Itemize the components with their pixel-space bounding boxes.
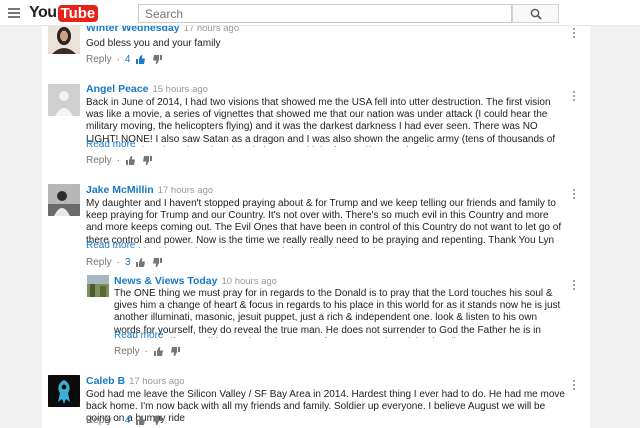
avatar[interactable] xyxy=(87,275,109,297)
thumbs-down-icon[interactable] xyxy=(170,346,181,357)
comment-menu-icon[interactable] xyxy=(573,380,577,392)
thumbs-up-icon[interactable] xyxy=(125,155,136,166)
comment-text: My daughter and I haven't stopped prayin… xyxy=(86,198,562,248)
logo-you-text: You xyxy=(29,4,57,21)
comment-text: Back in June of 2014, I had two visions … xyxy=(86,97,556,147)
separator-dot: · xyxy=(116,256,120,268)
separator-dot: · xyxy=(144,345,148,357)
thumbs-down-icon[interactable] xyxy=(152,257,163,268)
comment-author: Angel Peace 15 hours ago xyxy=(86,83,208,95)
reply-button[interactable]: Reply xyxy=(86,54,112,65)
separator-dot: · xyxy=(116,154,120,166)
read-more-link[interactable]: Read more xyxy=(86,139,135,150)
comment-text: God bless you and your family xyxy=(86,38,221,49)
reply-button[interactable]: Reply xyxy=(86,415,112,426)
thumbs-down-icon[interactable] xyxy=(152,54,163,65)
avatar[interactable] xyxy=(48,184,80,216)
comment-menu-icon[interactable] xyxy=(573,91,577,103)
search-icon xyxy=(530,8,542,20)
thumbs-up-icon[interactable] xyxy=(153,346,164,357)
comment-actions: Reply · xyxy=(114,345,187,357)
comment-author: News & Views Today 10 hours ago xyxy=(114,275,277,287)
author-name[interactable]: Jake McMillin xyxy=(86,184,154,196)
reply-button[interactable]: Reply xyxy=(114,346,140,357)
comment-author: Jake McMillin 17 hours ago xyxy=(86,184,213,196)
comments-section: Winter Wednesday 17 hours ago God bless y… xyxy=(42,0,590,428)
masthead: You Tube Search xyxy=(0,0,640,26)
search-input[interactable]: Search xyxy=(138,4,512,23)
author-name[interactable]: News & Views Today xyxy=(114,275,217,287)
thumbs-down-icon[interactable] xyxy=(152,415,163,426)
comment-menu-icon[interactable] xyxy=(573,28,577,40)
menu-icon[interactable] xyxy=(8,8,20,18)
read-more-link[interactable]: Read more xyxy=(114,330,163,341)
author-name[interactable]: Angel Peace xyxy=(86,83,148,95)
thumbs-down-icon[interactable] xyxy=(142,155,153,166)
reply-button[interactable]: Reply xyxy=(86,257,112,268)
comment-time[interactable]: 10 hours ago xyxy=(221,276,276,287)
separator-dot: · xyxy=(116,53,120,65)
comment-actions: Reply · xyxy=(86,154,159,166)
logo-tube-text: Tube xyxy=(57,4,99,22)
comment-actions: Reply · 4 xyxy=(86,53,169,65)
comment-time[interactable]: 17 hours ago xyxy=(129,376,184,387)
like-count: 3 xyxy=(124,256,131,268)
thumbs-up-icon[interactable] xyxy=(135,415,146,426)
thumbs-up-icon[interactable] xyxy=(135,54,146,65)
thumbs-up-icon[interactable] xyxy=(135,257,146,268)
comment-menu-icon[interactable] xyxy=(573,280,577,292)
like-count: 4 xyxy=(124,53,131,65)
comment-menu-icon[interactable] xyxy=(573,189,577,201)
comment-author: Caleb B 17 hours ago xyxy=(86,375,185,387)
comment-actions: Reply · 4 xyxy=(86,414,169,426)
avatar[interactable] xyxy=(48,84,80,116)
separator-dot: · xyxy=(116,414,120,426)
reply-button[interactable]: Reply xyxy=(86,155,112,166)
search-button[interactable] xyxy=(512,4,559,23)
avatar[interactable] xyxy=(48,375,80,407)
comment-time[interactable]: 15 hours ago xyxy=(152,84,207,95)
avatar[interactable] xyxy=(48,22,80,54)
like-count: 4 xyxy=(124,414,131,426)
read-more-link[interactable]: Read more xyxy=(86,240,135,251)
author-name[interactable]: Caleb B xyxy=(86,375,125,387)
comment-time[interactable]: 17 hours ago xyxy=(158,185,213,196)
youtube-logo[interactable]: You Tube xyxy=(29,4,99,22)
comment-text: The ONE thing we must pray for in regard… xyxy=(114,288,561,338)
comment-actions: Reply · 3 xyxy=(86,256,169,268)
